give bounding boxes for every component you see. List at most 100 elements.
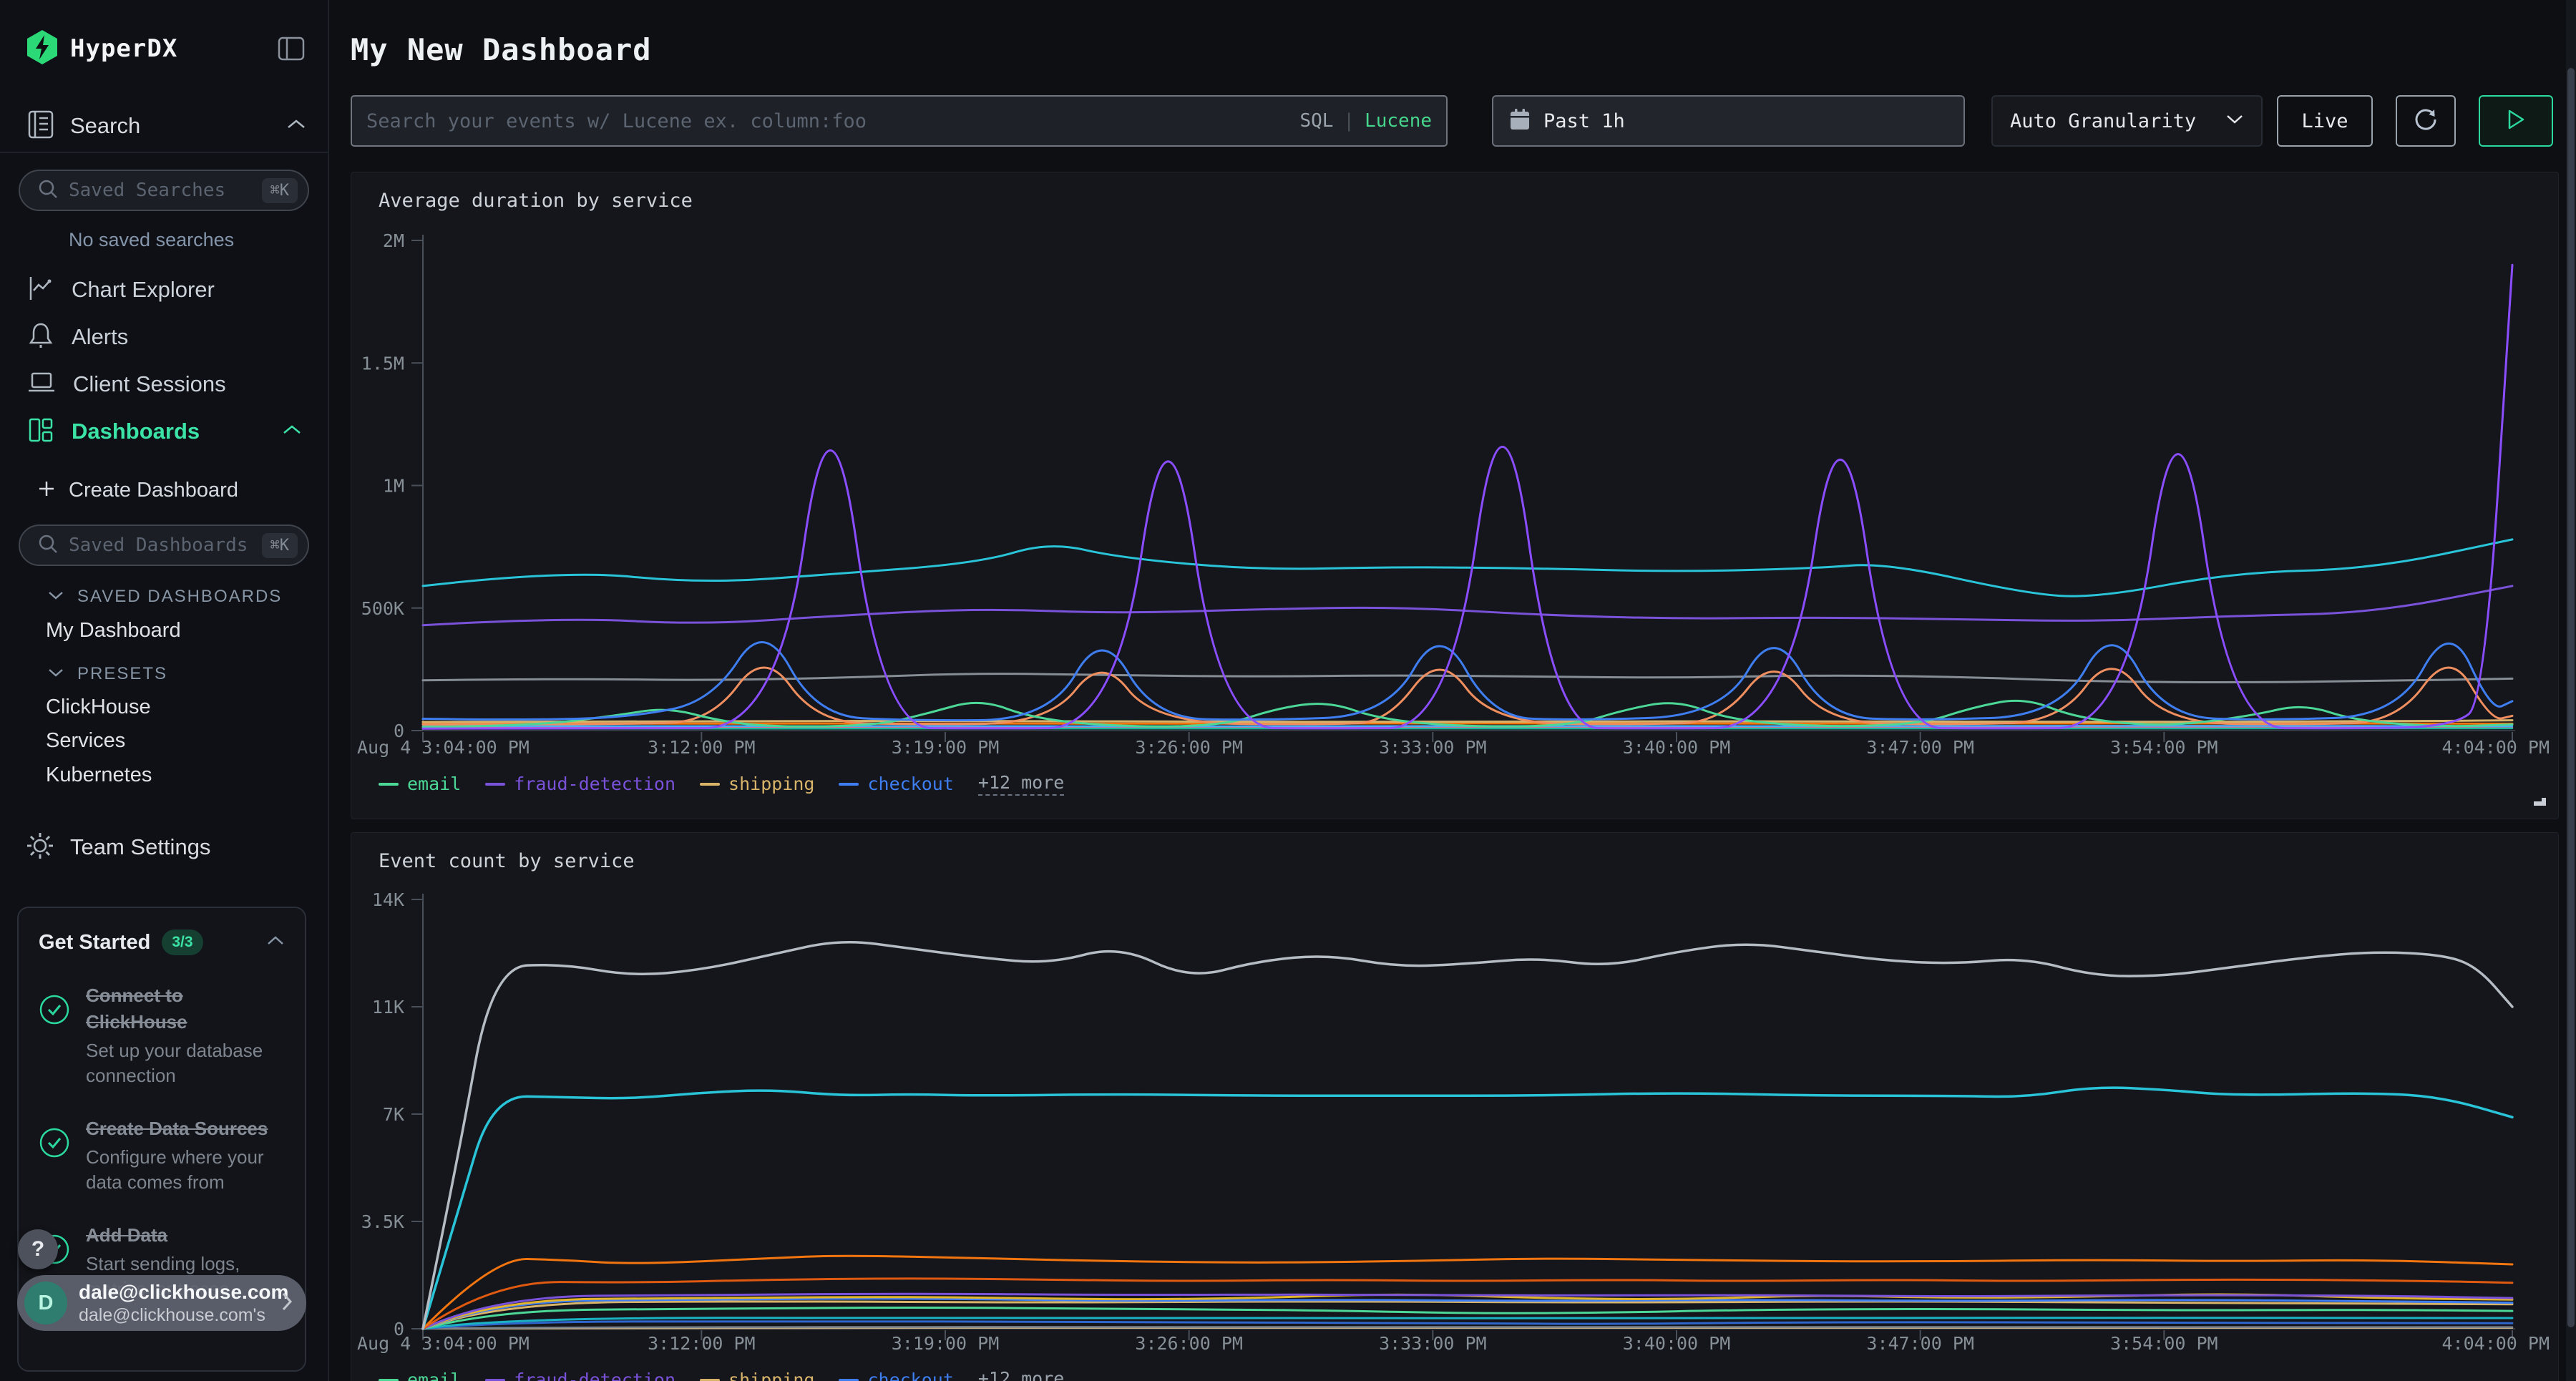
sidebar-item-client-sessions[interactable]: Client Sessions: [0, 361, 328, 408]
preset-link-kubernetes[interactable]: Kubernetes: [46, 758, 152, 791]
chart-panel-duration: Average duration by service 0500K1M1.5M2…: [351, 172, 2559, 819]
search-icon: [37, 178, 59, 203]
page-title: My New Dashboard: [351, 32, 652, 67]
x-tick-label: 3:54:00 PM: [2110, 1333, 2218, 1354]
legend-swatch: [485, 1379, 505, 1381]
run-query-button[interactable]: [2479, 95, 2553, 147]
panel-resize-handle[interactable]: [2531, 792, 2547, 810]
sidebar-section-search[interactable]: Search: [27, 107, 306, 145]
legend-item[interactable]: email: [379, 774, 461, 794]
vertical-scrollbar[interactable]: [2566, 0, 2576, 1381]
group-presets[interactable]: PRESETS: [47, 658, 167, 690]
chevron-down-icon: [47, 590, 64, 604]
shortcut-badge: ⌘K: [262, 178, 298, 203]
sidebar-item-dashboards[interactable]: Dashboards: [0, 408, 328, 455]
x-tick-label: 3:33:00 PM: [1379, 737, 1487, 758]
duration-chart[interactable]: 0500K1M1.5M2MAug 4 3:04:00 PM3:12:00 PM3…: [351, 172, 2560, 766]
legend-label: checkout: [867, 1370, 953, 1381]
legend-item[interactable]: fraud-detection: [485, 774, 675, 794]
legend-swatch: [839, 1379, 859, 1381]
calendar-icon: [1509, 108, 1531, 135]
check-circle-icon: [39, 994, 70, 1088]
legend-more-link[interactable]: +12 more: [978, 772, 1064, 796]
event-search-input[interactable]: [366, 110, 1299, 132]
saved-searches-input[interactable]: [69, 180, 262, 201]
time-range-picker[interactable]: Past 1h: [1492, 95, 1965, 147]
legend-label: email: [407, 1370, 461, 1381]
help-button[interactable]: ?: [18, 1229, 58, 1269]
chevron-down-icon: [47, 668, 64, 681]
saved-dashboards-input[interactable]: [69, 535, 262, 556]
chart-explorer-icon: [27, 275, 54, 306]
plus-icon: [37, 479, 56, 502]
app-name: HyperDX: [70, 34, 275, 63]
sidebar-item-chart-explorer[interactable]: Chart Explorer: [0, 266, 328, 313]
preset-link-services[interactable]: Services: [46, 724, 125, 757]
language-separator: |: [1343, 110, 1355, 132]
chevron-up-icon[interactable]: [266, 935, 285, 950]
chevron-up-icon[interactable]: [282, 424, 302, 439]
create-dashboard-button[interactable]: Create Dashboard: [37, 472, 238, 508]
legend-label: shipping: [728, 1370, 814, 1381]
legend-swatch: [379, 1379, 399, 1381]
nav-label: Dashboards: [72, 419, 282, 444]
check-circle-icon: [39, 1127, 70, 1195]
chart-legend: email fraud-detection shipping checkout +12 …: [379, 772, 1064, 796]
y-tick-label: 14K: [372, 889, 404, 910]
time-range-value: Past 1h: [1543, 110, 1625, 132]
x-tick-label: 3:40:00 PM: [1623, 737, 1731, 758]
saved-dashboards-search[interactable]: ⌘K: [19, 524, 309, 566]
saved-searches-search[interactable]: ⌘K: [19, 170, 309, 211]
hyperdx-logo-icon: [26, 29, 59, 69]
legend-item[interactable]: checkout: [839, 774, 953, 794]
x-tick-label: 3:12:00 PM: [648, 1333, 756, 1354]
legend-label: email: [407, 774, 461, 794]
live-button[interactable]: Live: [2277, 95, 2373, 147]
legend-item[interactable]: checkout: [839, 1370, 953, 1381]
event-search-bar[interactable]: SQL | Lucene: [351, 95, 1448, 147]
legend-swatch: [839, 783, 859, 786]
sidebar-collapse-icon[interactable]: [275, 34, 308, 64]
sidebar-item-alerts[interactable]: Alerts: [0, 313, 328, 361]
x-tick-label: 3:26:00 PM: [1135, 737, 1243, 758]
legend-item[interactable]: shipping: [700, 774, 814, 794]
lucene-toggle[interactable]: Lucene: [1365, 110, 1432, 132]
legend-item[interactable]: fraud-detection: [485, 1370, 675, 1381]
bell-icon: [27, 321, 54, 353]
y-tick-label: 7K: [383, 1104, 404, 1125]
x-tick-label: 3:40:00 PM: [1623, 1333, 1731, 1354]
chevron-up-icon[interactable]: [286, 119, 306, 134]
scrollbar-thumb[interactable]: [2567, 68, 2575, 1327]
user-account-button[interactable]: D dale@clickhouse.com dale@clickhouse.co…: [17, 1275, 306, 1331]
create-dashboard-label: Create Dashboard: [69, 479, 238, 502]
search-icon: [37, 533, 59, 558]
sidebar-item-team-settings[interactable]: Team Settings: [26, 829, 210, 866]
refresh-button[interactable]: [2396, 95, 2456, 147]
preset-link-clickhouse[interactable]: ClickHouse: [46, 690, 151, 723]
event-count-chart[interactable]: 03.5K7K11K14KAug 4 3:04:00 PM3:12:00 PM3…: [351, 833, 2560, 1362]
sidebar: HyperDX Search ⌘K: [0, 0, 329, 1381]
nav-label: Alerts: [72, 324, 302, 350]
dashboard-link-my-dashboard[interactable]: My Dashboard: [46, 614, 181, 647]
legend-item[interactable]: email: [379, 1370, 461, 1381]
x-tick-label: 3:33:00 PM: [1379, 1333, 1487, 1354]
legend-more-link[interactable]: +12 more: [978, 1368, 1064, 1381]
group-saved-dashboards[interactable]: SAVED DASHBOARDS: [47, 581, 282, 613]
journal-icon: [27, 109, 54, 143]
chevron-down-icon: [2225, 114, 2244, 128]
step-desc: Set up your database connection: [86, 1038, 285, 1088]
get-started-step-sources[interactable]: Create Data Sources Configure where your…: [39, 1116, 285, 1195]
series-line-series-gray: [423, 942, 2512, 1329]
chart-legend: email fraud-detection shipping checkout +12 …: [379, 1368, 1064, 1381]
legend-item[interactable]: shipping: [700, 1370, 814, 1381]
step-desc: Configure where your data comes from: [86, 1145, 285, 1195]
get-started-header[interactable]: Get Started 3/3: [39, 929, 285, 955]
sql-toggle[interactable]: SQL: [1299, 110, 1333, 132]
get-started-step-connect[interactable]: Connect to ClickHouse Set up your databa…: [39, 982, 285, 1088]
logo-row: HyperDX: [26, 27, 308, 70]
step-title: Create Data Sources: [86, 1116, 285, 1142]
live-label: Live: [2301, 110, 2348, 132]
granularity-select[interactable]: Auto Granularity: [1991, 95, 2263, 147]
series-line-series-tan2: [423, 1328, 2512, 1329]
legend-label: fraud-detection: [514, 774, 675, 794]
